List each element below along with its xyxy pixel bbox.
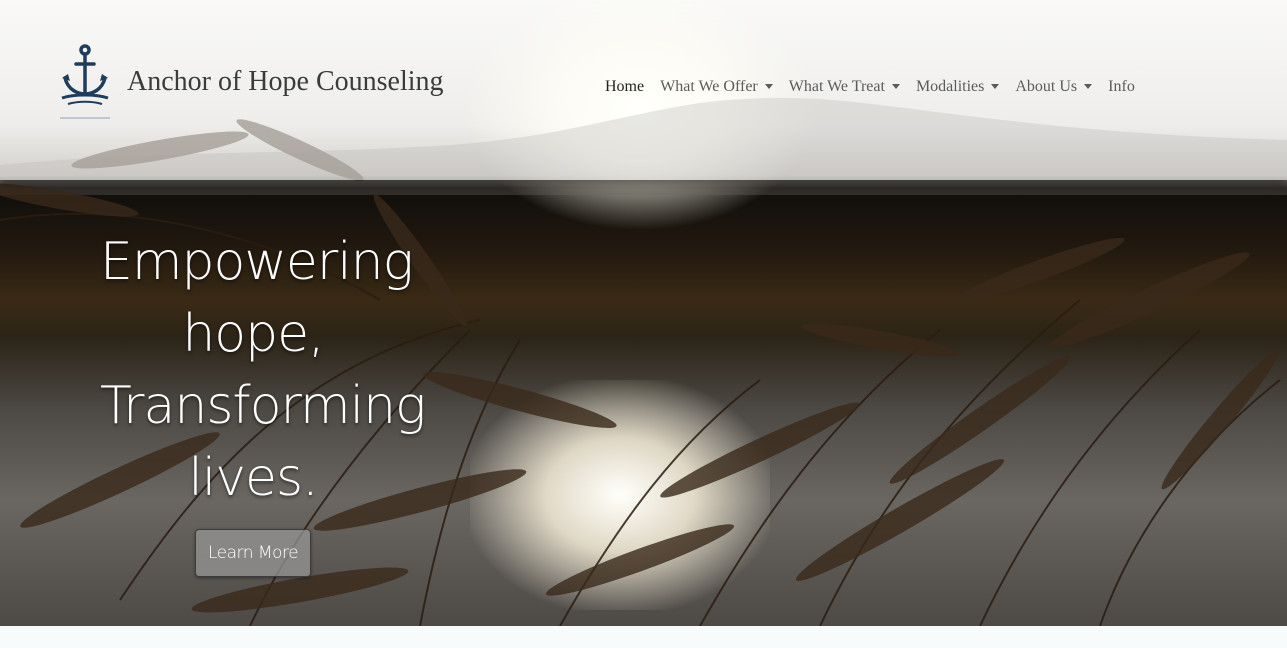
- below-fold-section: [0, 626, 1287, 648]
- nav-label: Info: [1108, 78, 1135, 95]
- nav-item-what-we-offer[interactable]: What We Offer: [652, 78, 781, 96]
- hero-line: Transforming: [100, 376, 426, 436]
- brand[interactable]: Anchor of Hope Counseling: [60, 44, 444, 124]
- nav-label: About Us: [1015, 78, 1078, 95]
- nav-item-what-we-treat[interactable]: What We Treat: [781, 78, 908, 96]
- nav-item-info[interactable]: Info: [1100, 78, 1143, 96]
- nav-item-modalities[interactable]: Modalities: [908, 78, 1007, 96]
- nav-label: Modalities: [915, 78, 985, 95]
- anchor-icon: [60, 44, 110, 119]
- hero-line: Empowering: [100, 232, 414, 292]
- main-nav: Home What We Offer What We Treat Modalit…: [597, 78, 1143, 96]
- learn-more-button[interactable]: Learn More: [195, 529, 311, 577]
- nav-label: What We Offer: [660, 78, 758, 95]
- caret-down-icon: [891, 83, 900, 89]
- nav-label: What We Treat: [788, 78, 885, 95]
- nav-item-home[interactable]: Home: [597, 78, 652, 96]
- caret-down-icon: [764, 83, 773, 89]
- caret-down-icon: [1084, 83, 1093, 89]
- hero-heading: Empowering hope, Transforming lives.: [100, 226, 426, 514]
- caret-down-icon: [991, 83, 1000, 89]
- brand-name: Anchor of Hope Counseling: [127, 66, 444, 97]
- page: Anchor of Hope Counseling Home What We O…: [0, 0, 1287, 648]
- nav-label: Home: [605, 78, 645, 95]
- hero-line: lives.: [188, 448, 318, 508]
- nav-item-about-us[interactable]: About Us: [1007, 78, 1100, 96]
- site-header: Anchor of Hope Counseling Home What We O…: [0, 0, 1287, 180]
- hero-line: hope,: [182, 304, 324, 364]
